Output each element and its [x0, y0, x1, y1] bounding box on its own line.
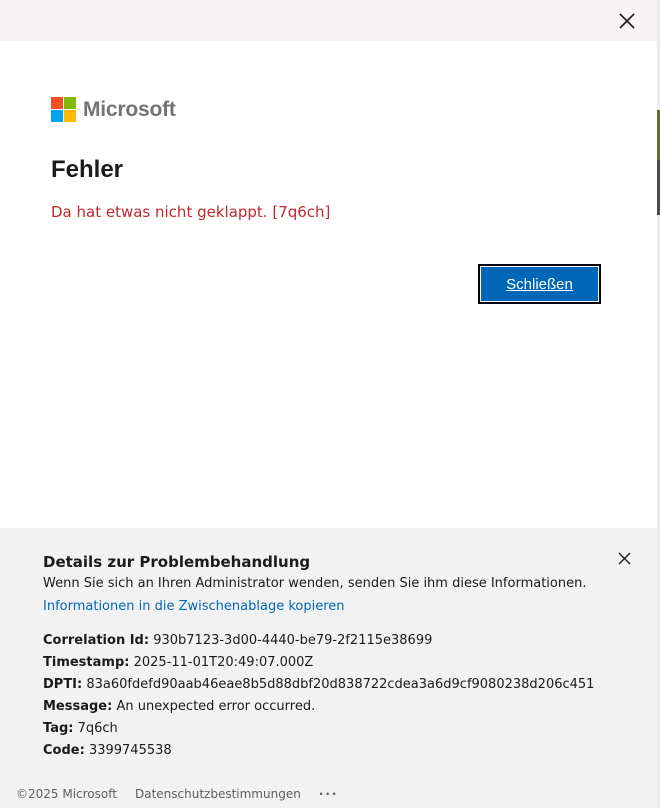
microsoft-logo: Microsoft: [51, 97, 176, 122]
logo-square-green: [64, 97, 76, 109]
error-message: Da hat etwas nicht geklappt. [7q6ch]: [51, 203, 331, 221]
footer: ©2025 Microsoft Datenschutzbestimmungen …: [0, 780, 657, 808]
field-key: Tag:: [43, 721, 74, 736]
field-key: DPTI:: [43, 677, 83, 692]
field-code: Code: 3399745538: [43, 740, 594, 762]
microsoft-logo-icon: [51, 97, 76, 122]
field-value: 930b7123-3d00-4440-be79-2f2115e38699: [153, 633, 433, 648]
close-icon: [618, 552, 630, 564]
troubleshooting-fields: Correlation Id: 930b7123-3d00-4440-be79-…: [43, 630, 594, 762]
logo-square-blue: [51, 110, 63, 122]
field-value: 7q6ch: [77, 721, 118, 736]
error-card: Microsoft Fehler Da hat etwas nicht gekl…: [0, 41, 657, 528]
close-window-button[interactable]: [612, 6, 642, 36]
field-value: 83a60fdefd90aab46eae8b5d88dbf20d838722cd…: [86, 677, 595, 692]
field-value: An unexpected error occurred.: [116, 699, 316, 714]
field-correlation-id: Correlation Id: 930b7123-3d00-4440-be79-…: [43, 630, 594, 652]
troubleshooting-title: Details zur Problembehandlung: [43, 553, 311, 571]
field-value: 2025-11-01T20:49:07.000Z: [133, 655, 314, 670]
footer-privacy-link[interactable]: Datenschutzbestimmungen: [135, 787, 301, 801]
field-dpti: DPTI: 83a60fdefd90aab46eae8b5d88dbf20d83…: [43, 674, 594, 696]
field-timestamp: Timestamp: 2025-11-01T20:49:07.000Z: [43, 652, 594, 674]
troubleshooting-panel: Details zur Problembehandlung Wenn Sie s…: [0, 528, 657, 780]
logo-square-red: [51, 97, 63, 109]
close-button[interactable]: Schließen: [478, 264, 601, 304]
logo-text: Microsoft: [83, 97, 176, 121]
close-details-button[interactable]: [612, 546, 636, 570]
field-tag: Tag: 7q6ch: [43, 718, 594, 740]
field-message: Message: An unexpected error occurred.: [43, 696, 594, 718]
field-key: Timestamp:: [43, 655, 130, 670]
dialog-window: Microsoft Fehler Da hat etwas nicht gekl…: [0, 0, 660, 808]
field-key: Code:: [43, 743, 85, 758]
logo-square-yellow: [64, 110, 76, 122]
close-icon: [619, 13, 635, 29]
field-value: 3399745538: [88, 743, 172, 758]
field-key: Message:: [43, 699, 113, 714]
page-title: Fehler: [51, 156, 124, 183]
more-options-icon[interactable]: ···: [319, 787, 339, 801]
dialog-title-bar: [0, 0, 657, 41]
footer-copyright: ©2025 Microsoft: [16, 787, 117, 801]
troubleshooting-description: Wenn Sie sich an Ihren Administrator wen…: [43, 576, 587, 591]
copy-to-clipboard-link[interactable]: Informationen in die Zwischenablage kopi…: [43, 599, 345, 614]
field-key: Correlation Id:: [43, 633, 150, 648]
